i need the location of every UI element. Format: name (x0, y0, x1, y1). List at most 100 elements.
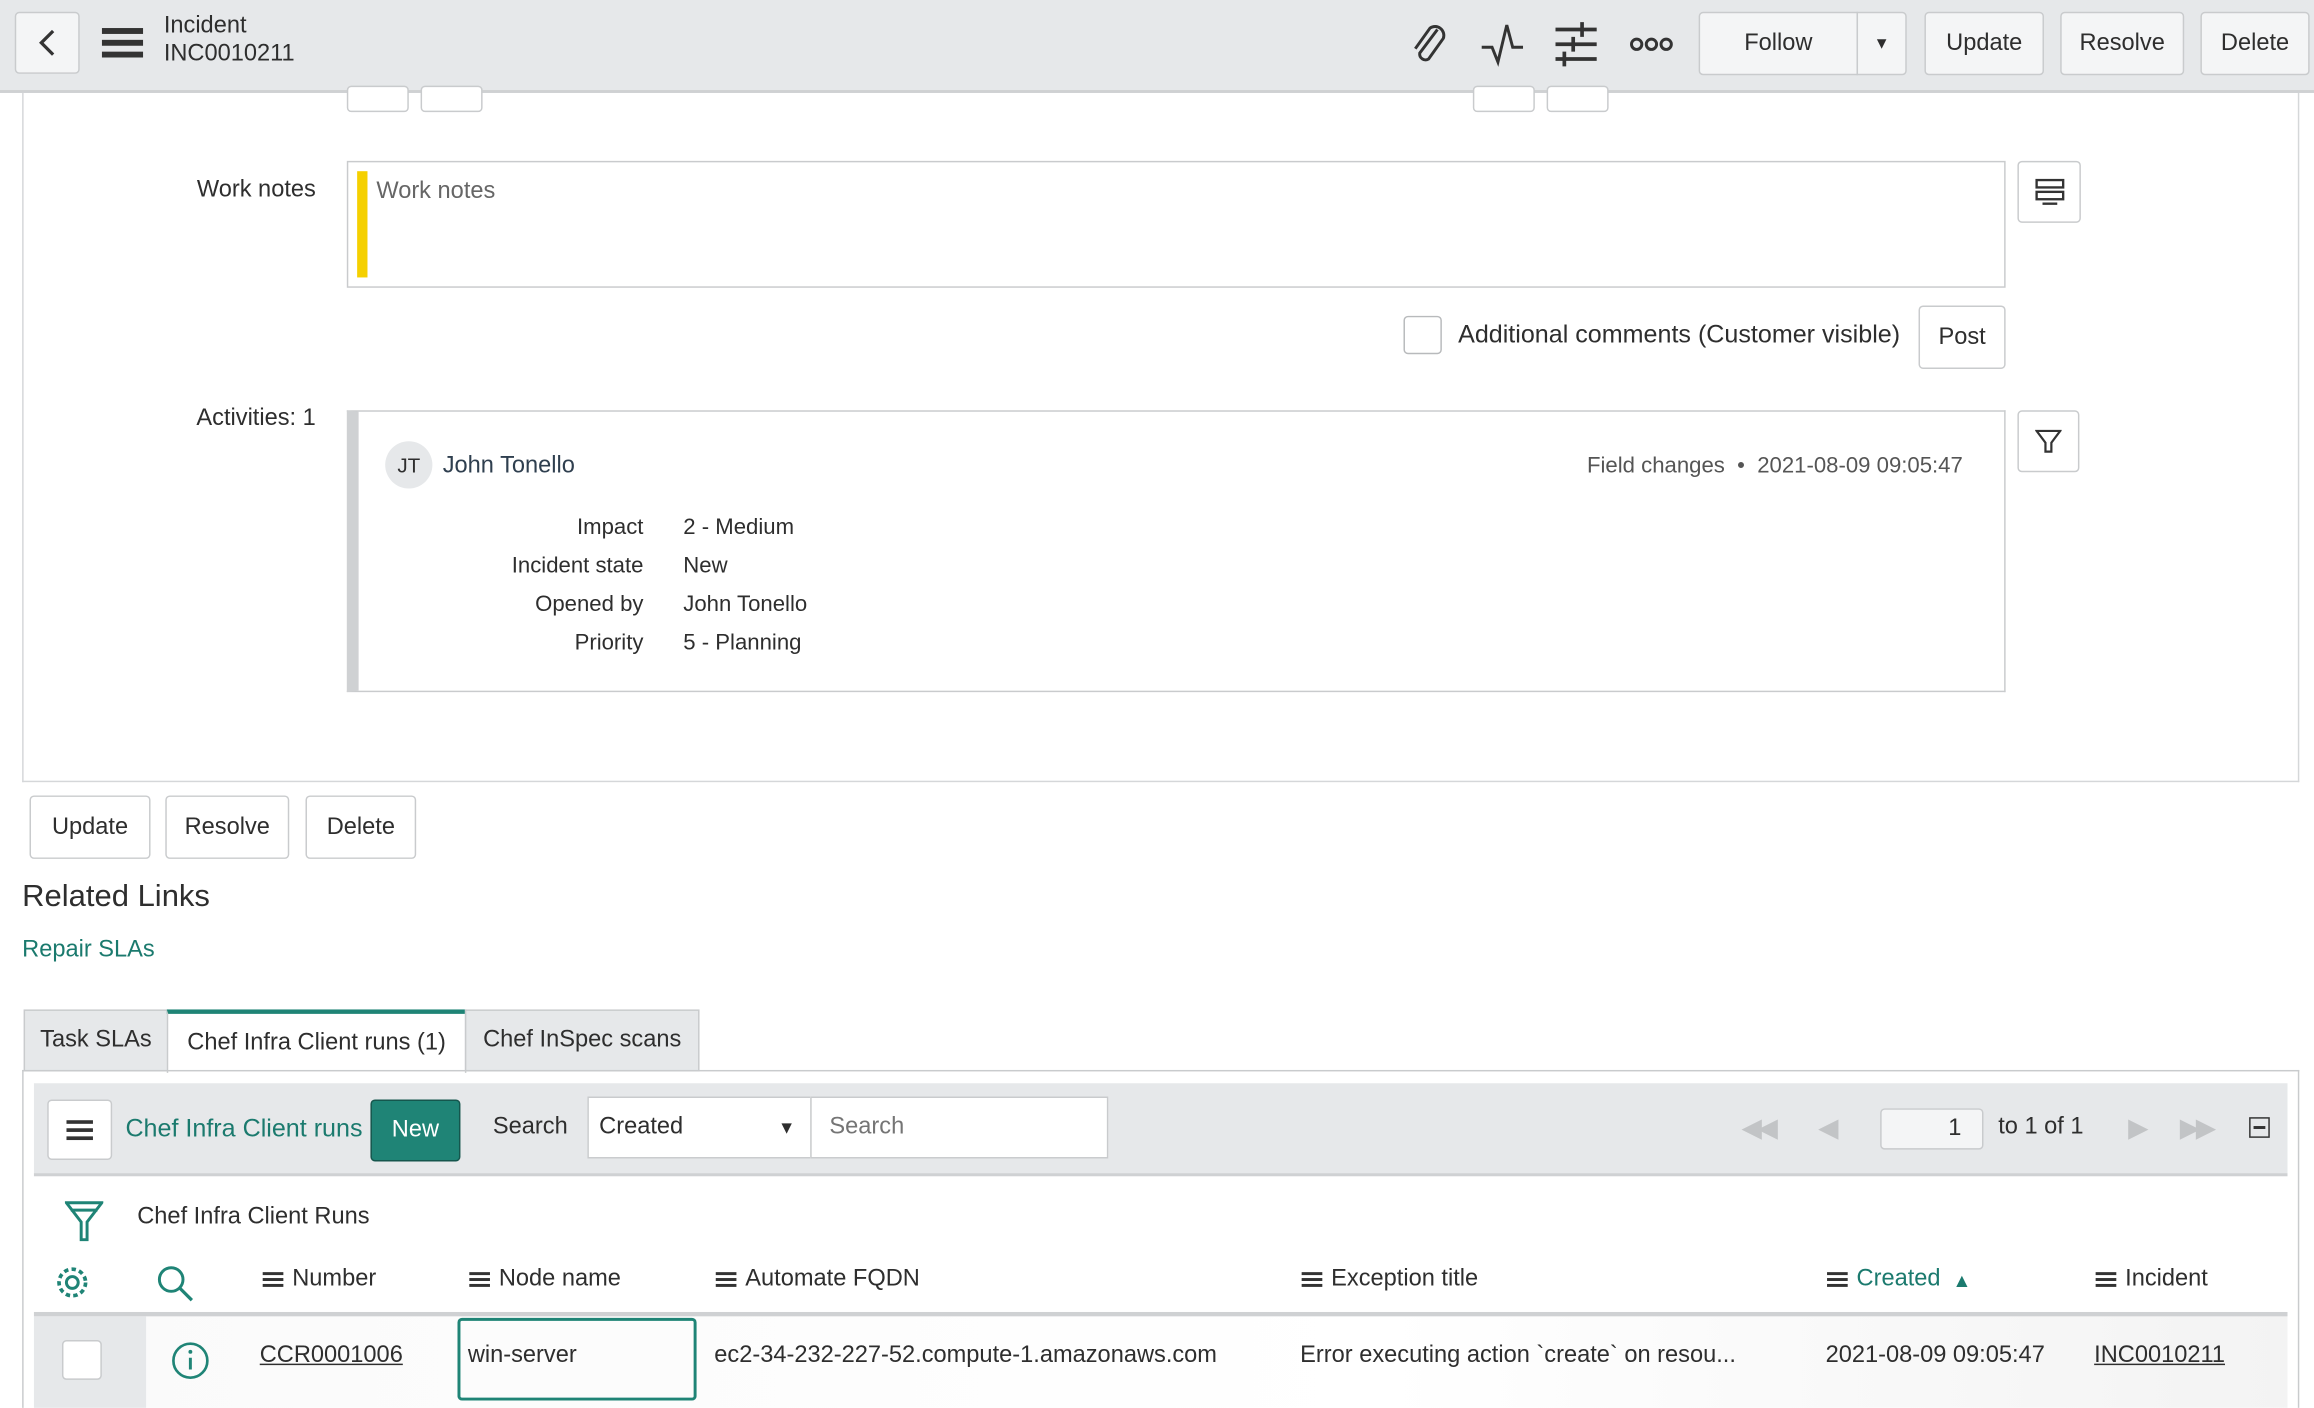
column-label: Exception title (1331, 1266, 1479, 1292)
activity-entry: JT John Tonello Field changes • 2021-08-… (346, 410, 2006, 693)
record-number: INC0010211 (163, 41, 295, 67)
post-button[interactable]: Post (1918, 305, 2006, 369)
column-label: Node name (498, 1266, 621, 1292)
field-button[interactable] (420, 85, 483, 113)
fqdn-value: ec2-34-232-227-52.compute-1.amazonaws.co… (714, 1342, 1217, 1369)
page-number-input[interactable]: 1 (1880, 1108, 1984, 1150)
caret-down-icon: ▼ (777, 1117, 796, 1138)
column-label: Created (1856, 1266, 1941, 1292)
change-value: 2 - Medium (683, 515, 795, 541)
column-menu-icon[interactable] (469, 1272, 490, 1287)
tab-chef-infra-client-runs[interactable]: Chef Infra Client runs (1) (166, 1009, 467, 1073)
repair-slas-link[interactable]: Repair SLAs (22, 937, 155, 964)
delete-button[interactable]: Delete (305, 795, 417, 859)
activity-type: Field changes (1586, 453, 1725, 479)
column-node-name[interactable]: Node name (469, 1266, 621, 1293)
more-icon[interactable] (1629, 35, 1673, 53)
header-resolve-button[interactable]: Resolve (2060, 11, 2185, 76)
activities-label: Activities: 1 (196, 405, 316, 431)
back-button[interactable] (14, 11, 80, 74)
activity-user[interactable]: John Tonello (443, 453, 575, 480)
first-page-icon[interactable]: ◀◀ (1741, 1113, 1777, 1144)
incident-link[interactable]: INC0010211 (2094, 1343, 2225, 1370)
next-page-icon[interactable]: ▶ (2128, 1113, 2148, 1144)
paperclip-icon[interactable] (1408, 21, 1449, 68)
resolve-button[interactable]: Resolve (165, 795, 290, 859)
update-button[interactable]: Update (29, 795, 151, 859)
column-automate-fqdn[interactable]: Automate FQDN (715, 1266, 920, 1293)
change-value: John Tonello (683, 591, 808, 617)
related-links-title: Related Links (22, 879, 210, 914)
tab-chef-inspec-scans[interactable]: Chef InSpec scans (464, 1009, 700, 1072)
column-label: Number (292, 1266, 377, 1292)
row-checkbox[interactable] (61, 1340, 102, 1380)
column-menu-icon[interactable] (1301, 1272, 1323, 1287)
form-header: Incident INC0010211 Follow ▼ Update Reso… (0, 0, 2314, 93)
change-field: Opened by (535, 591, 644, 617)
separator: • (1737, 453, 1745, 479)
column-menu-icon[interactable] (2095, 1272, 2117, 1287)
last-page-icon[interactable]: ▶▶ (2180, 1113, 2216, 1144)
change-field: Incident state (511, 553, 644, 579)
activity-icon[interactable] (1480, 21, 1524, 68)
column-number[interactable]: Number (262, 1266, 377, 1293)
header-delete-button[interactable]: Delete (2200, 11, 2310, 76)
column-created[interactable]: Created ▲ (1827, 1266, 1971, 1293)
settings-sliders-icon[interactable] (1555, 21, 1597, 68)
created-value: 2021-08-09 09:05:47 (1825, 1342, 2045, 1369)
column-menu-icon[interactable] (715, 1272, 737, 1287)
node-name-value[interactable]: win-server (468, 1343, 577, 1370)
previous-page-icon[interactable]: ◀ (1818, 1113, 1838, 1144)
column-label: Incident (2125, 1266, 2208, 1292)
column-exception-title[interactable]: Exception title (1301, 1266, 1479, 1293)
form-fields-icon (2034, 178, 2064, 205)
work-notes-indicator (357, 171, 368, 278)
collapse-icon[interactable] (2249, 1117, 2270, 1138)
change-value: New (683, 553, 728, 579)
field-button[interactable] (1472, 85, 1535, 113)
search-icon[interactable] (156, 1265, 194, 1303)
follow-dropdown-button[interactable]: ▼ (1856, 11, 1907, 76)
activity-timestamp: 2021-08-09 09:05:47 (1757, 453, 1963, 479)
menu-icon[interactable] (101, 28, 144, 58)
additional-comments-label: Additional comments (Customer visible) (1458, 320, 1901, 349)
additional-comments-checkbox[interactable] (1403, 315, 1442, 355)
tab-task-slas[interactable]: Task SLAs (23, 1009, 169, 1072)
list-settings-gear-icon[interactable] (55, 1265, 90, 1300)
activity-meta: Field changes • 2021-08-09 09:05:47 (1587, 453, 1963, 478)
column-label: Automate FQDN (745, 1266, 920, 1292)
change-value: 5 - Planning (683, 630, 802, 656)
record-type: Incident (163, 13, 247, 39)
list-menu-button[interactable] (47, 1099, 113, 1160)
page-count: to 1 of 1 (1998, 1114, 2084, 1140)
list-title[interactable]: Chef Infra Client runs (125, 1114, 362, 1144)
work-notes-label: Work notes (196, 177, 316, 203)
header-update-button[interactable]: Update (1924, 11, 2044, 76)
search-field-select[interactable]: Created ▼ (587, 1096, 812, 1159)
activity-filter-button[interactable] (2017, 410, 2080, 473)
follow-button[interactable]: Follow (1698, 11, 1859, 76)
incident-form-page: Incident INC0010211 Follow ▼ Update Reso… (0, 0, 2314, 1408)
filter-icon[interactable] (64, 1198, 104, 1242)
back-icon (39, 29, 55, 56)
change-field: Impact (577, 515, 644, 541)
column-menu-icon[interactable] (262, 1272, 284, 1287)
change-field: Priority (574, 630, 644, 656)
sort-ascending-icon: ▲ (1952, 1268, 1972, 1291)
menu-icon (66, 1119, 93, 1140)
field-button[interactable] (346, 85, 409, 113)
number-link[interactable]: CCR0001006 (260, 1343, 403, 1370)
column-menu-icon[interactable] (1827, 1272, 1848, 1287)
search-label: Search (492, 1114, 568, 1140)
filter-icon (2035, 429, 2062, 453)
avatar: JT (385, 441, 433, 489)
search-input[interactable] (810, 1096, 1109, 1159)
field-button[interactable] (1546, 85, 1609, 113)
info-icon[interactable] (171, 1342, 209, 1380)
filter-breadcrumb[interactable]: Chef Infra Client Runs (137, 1204, 369, 1231)
work-notes-input[interactable]: Work notes (346, 160, 2006, 288)
toggle-fields-button[interactable] (2017, 160, 2081, 223)
work-notes-placeholder: Work notes (376, 178, 496, 204)
column-incident[interactable]: Incident (2095, 1266, 2208, 1293)
new-button[interactable]: New (370, 1099, 461, 1162)
